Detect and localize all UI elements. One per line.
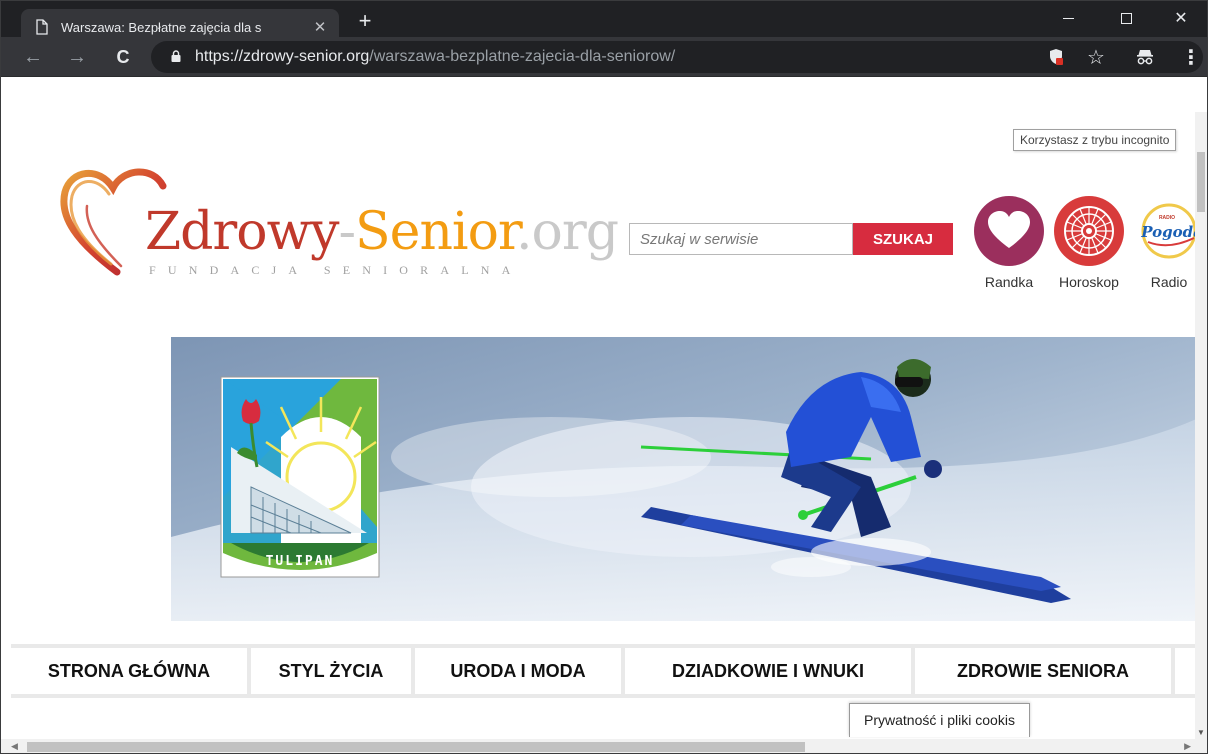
browser-toolbar: ← → C https://zdrowy-senior.org/warszawa… bbox=[1, 37, 1207, 77]
browser-window: Warszawa: Bezpłatne zajęcia dla s ✕ + ✕ … bbox=[0, 0, 1208, 754]
radio-logo-text: Pogoda bbox=[1140, 223, 1197, 241]
web-page: Zdrowy-Senior.org FUNDACJA SENIORALNA SZ… bbox=[1, 112, 1197, 739]
maximize-icon bbox=[1120, 12, 1132, 24]
vertical-scroll-thumb[interactable] bbox=[1197, 152, 1205, 212]
quicklink-horoskop[interactable]: Horoskop bbox=[1049, 196, 1129, 290]
cookies-privacy-button[interactable]: Prywatność i pliki cookis bbox=[849, 703, 1030, 737]
close-icon: ✕ bbox=[1174, 10, 1188, 27]
new-tab-button[interactable]: + bbox=[351, 10, 379, 32]
url-host: https://zdrowy-senior.org bbox=[195, 48, 370, 65]
zodiac-wheel-icon bbox=[1054, 196, 1124, 266]
incognito-icon[interactable] bbox=[1131, 43, 1159, 71]
logo-subtitle: FUNDACJA SENIORALNA bbox=[149, 263, 523, 277]
site-logo[interactable]: Zdrowy-Senior.org FUNDACJA SENIORALNA bbox=[57, 162, 619, 292]
radio-pogoda-icon: RADIO Pogoda bbox=[1134, 196, 1197, 266]
url-path: /warszawa-bezplatne-zajecia-dla-seniorow… bbox=[369, 48, 676, 65]
minimize-button[interactable] bbox=[1039, 1, 1097, 35]
menu-item-zdrowie-seniora[interactable]: ZDROWIE SENIORA bbox=[915, 648, 1175, 694]
logo-wordmark: Zdrowy-Senior.org bbox=[145, 202, 619, 262]
radio-small-text: RADIO bbox=[1159, 215, 1175, 221]
close-window-button[interactable]: ✕ bbox=[1153, 1, 1207, 35]
incognito-glasses-icon bbox=[1137, 50, 1153, 65]
shield-icon bbox=[1050, 49, 1063, 65]
back-button[interactable]: ← bbox=[19, 43, 47, 71]
tab-title: Warszawa: Bezpłatne zajęcia dla s bbox=[61, 19, 303, 35]
scroll-left-arrow-icon[interactable]: ◀ bbox=[11, 741, 18, 752]
minimize-icon bbox=[1062, 17, 1074, 19]
hero-banner[interactable]: TULIPAN bbox=[171, 337, 1197, 621]
lock-icon bbox=[171, 50, 181, 62]
tab-strip: Warszawa: Bezpłatne zajęcia dla s ✕ + ✕ bbox=[1, 1, 1207, 45]
quicklink-randka[interactable]: Randka bbox=[969, 196, 1049, 290]
browser-menu-icon[interactable]: ⋮ bbox=[1177, 43, 1205, 71]
heart-icon bbox=[974, 196, 1044, 266]
quicklink-label: Radio bbox=[1150, 274, 1188, 290]
bookmark-star-icon[interactable]: ☆ bbox=[1082, 43, 1110, 71]
scroll-down-arrow-icon[interactable]: ▼ bbox=[1197, 728, 1205, 737]
quicklink-radio[interactable]: RADIO Pogoda Radio bbox=[1129, 196, 1197, 290]
site-search: SZUKAJ bbox=[629, 223, 953, 255]
menu-item-strona-glowna[interactable]: STRONA GŁÓWNA bbox=[11, 648, 251, 694]
horizontal-scroll-thumb[interactable] bbox=[27, 742, 805, 752]
forward-button[interactable]: → bbox=[63, 43, 91, 71]
menu-item-dziadkowie-i-wnuki[interactable]: DZIADKOWIE I WNUKI bbox=[625, 648, 915, 694]
scroll-right-arrow-icon[interactable]: ▶ bbox=[1184, 741, 1191, 752]
menu-item-styl-zycia[interactable]: STYL ŻYCIA bbox=[251, 648, 415, 694]
main-menu: STRONA GŁÓWNA STYL ŻYCIA URODA I MODA DZ… bbox=[11, 644, 1197, 698]
tab-close-icon[interactable]: ✕ bbox=[311, 18, 329, 36]
incognito-tooltip: Korzystasz z trybu incognito bbox=[1013, 129, 1177, 151]
maximize-button[interactable] bbox=[1097, 1, 1155, 35]
document-icon bbox=[36, 19, 48, 35]
extension-shield-icon[interactable] bbox=[1042, 43, 1070, 71]
menu-item-uroda-i-moda[interactable]: URODA I MODA bbox=[415, 648, 625, 694]
reload-button[interactable]: C bbox=[109, 43, 137, 71]
url-text[interactable]: https://zdrowy-senior.org/warszawa-bezpl… bbox=[195, 48, 675, 66]
tulipan-badge: TULIPAN bbox=[220, 376, 380, 578]
search-input[interactable] bbox=[629, 223, 853, 255]
horizontal-scrollbar[interactable]: ◀ ▶ bbox=[1, 739, 1207, 753]
quicklink-label: Randka bbox=[984, 274, 1034, 290]
tulipan-badge-text: TULIPAN bbox=[266, 554, 335, 569]
quicklink-label: Horoskop bbox=[1059, 274, 1119, 290]
vertical-scrollbar[interactable]: ▼ bbox=[1195, 112, 1207, 739]
search-button[interactable]: SZUKAJ bbox=[853, 223, 953, 255]
skier-photo: TULIPAN bbox=[171, 337, 1197, 621]
